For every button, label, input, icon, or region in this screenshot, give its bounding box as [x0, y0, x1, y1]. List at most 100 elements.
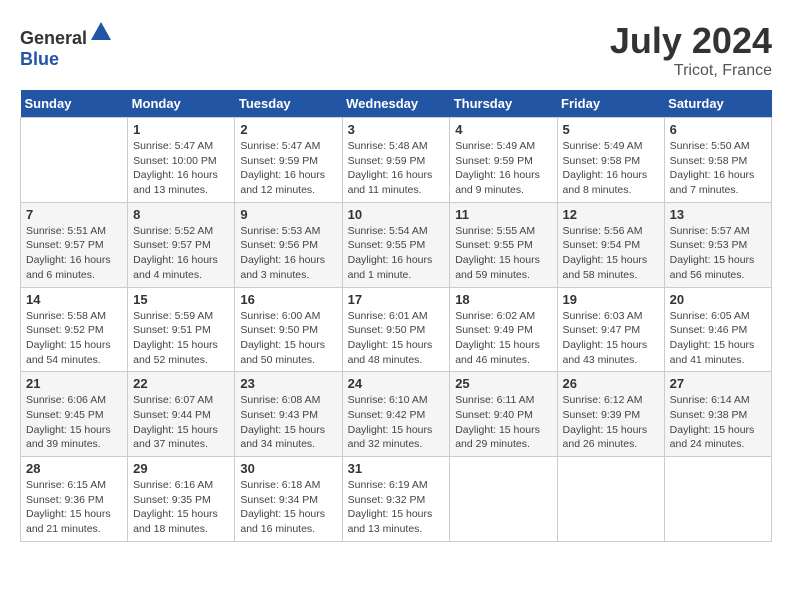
calendar-cell: 7 Sunrise: 5:51 AM Sunset: 9:57 PM Daylig… — [21, 202, 128, 287]
calendar-cell: 1Sunrise: 5:47 AM Sunset: 10:00 PM Dayli… — [128, 118, 235, 203]
calendar-table: SundayMondayTuesdayWednesdayThursdayFrid… — [20, 90, 772, 542]
day-number: 26 — [563, 376, 659, 391]
calendar-cell: 18 Sunrise: 6:02 AM Sunset: 9:49 PM Dayli… — [450, 287, 557, 372]
cell-info: Sunrise: 5:49 AM Sunset: 9:59 PM Dayligh… — [455, 139, 551, 198]
cell-info: Sunrise: 5:55 AM Sunset: 9:55 PM Dayligh… — [455, 224, 551, 283]
cell-info: Sunrise: 5:51 AM Sunset: 9:57 PM Dayligh… — [26, 224, 122, 283]
day-number: 11 — [455, 207, 551, 222]
cell-info: Sunrise: 6:00 AM Sunset: 9:50 PM Dayligh… — [240, 309, 336, 368]
weekday-header-monday: Monday — [128, 90, 235, 118]
day-number: 27 — [670, 376, 766, 391]
cell-info: Sunrise: 6:14 AM Sunset: 9:38 PM Dayligh… — [670, 393, 766, 452]
cell-info: Sunrise: 6:08 AM Sunset: 9:43 PM Dayligh… — [240, 393, 336, 452]
logo-text: General Blue — [20, 20, 113, 70]
calendar-cell: 25 Sunrise: 6:11 AM Sunset: 9:40 PM Dayli… — [450, 372, 557, 457]
calendar-cell: 30 Sunrise: 6:18 AM Sunset: 9:34 PM Dayli… — [235, 457, 342, 542]
cell-info: Sunrise: 6:01 AM Sunset: 9:50 PM Dayligh… — [348, 309, 445, 368]
cell-info: Sunrise: 5:57 AM Sunset: 9:53 PM Dayligh… — [670, 224, 766, 283]
day-number: 19 — [563, 292, 659, 307]
location-title: Tricot, France — [610, 62, 772, 80]
weekday-header-wednesday: Wednesday — [342, 90, 450, 118]
weekday-header-thursday: Thursday — [450, 90, 557, 118]
day-number: 4 — [455, 122, 551, 137]
day-number: 13 — [670, 207, 766, 222]
weekday-header-tuesday: Tuesday — [235, 90, 342, 118]
cell-info: Sunrise: 6:07 AM Sunset: 9:44 PM Dayligh… — [133, 393, 229, 452]
month-title: July 2024 — [610, 20, 772, 62]
calendar-cell: 5 Sunrise: 5:49 AM Sunset: 9:58 PM Daylig… — [557, 118, 664, 203]
day-number: 5 — [563, 122, 659, 137]
cell-info: Sunrise: 6:16 AM Sunset: 9:35 PM Dayligh… — [133, 478, 229, 537]
calendar-cell: 13 Sunrise: 5:57 AM Sunset: 9:53 PM Dayli… — [664, 202, 771, 287]
day-number: 21 — [26, 376, 122, 391]
calendar-cell: 26 Sunrise: 6:12 AM Sunset: 9:39 PM Dayli… — [557, 372, 664, 457]
day-number: 10 — [348, 207, 445, 222]
day-number: 30 — [240, 461, 336, 476]
calendar-cell: 17 Sunrise: 6:01 AM Sunset: 9:50 PM Dayli… — [342, 287, 450, 372]
cell-info: Sunrise: 6:05 AM Sunset: 9:46 PM Dayligh… — [670, 309, 766, 368]
logo-general: General — [20, 28, 87, 48]
calendar-cell: 9 Sunrise: 5:53 AM Sunset: 9:56 PM Daylig… — [235, 202, 342, 287]
day-number: 16 — [240, 292, 336, 307]
cell-info: Sunrise: 5:47 AM Sunset: 10:00 PM Daylig… — [133, 139, 229, 198]
day-number: 31 — [348, 461, 445, 476]
weekday-header-row: SundayMondayTuesdayWednesdayThursdayFrid… — [21, 90, 772, 118]
cell-info: Sunrise: 6:18 AM Sunset: 9:34 PM Dayligh… — [240, 478, 336, 537]
header: General Blue July 2024 Tricot, France — [20, 20, 772, 80]
calendar-cell: 21 Sunrise: 6:06 AM Sunset: 9:45 PM Dayli… — [21, 372, 128, 457]
calendar-cell: 12Sunrise: 5:56 AM Sunset: 9:54 PM Dayli… — [557, 202, 664, 287]
title-area: July 2024 Tricot, France — [610, 20, 772, 80]
calendar-cell: 14 Sunrise: 5:58 AM Sunset: 9:52 PM Dayli… — [21, 287, 128, 372]
cell-info: Sunrise: 6:10 AM Sunset: 9:42 PM Dayligh… — [348, 393, 445, 452]
cell-info: Sunrise: 5:54 AM Sunset: 9:55 PM Dayligh… — [348, 224, 445, 283]
calendar-cell: 20Sunrise: 6:05 AM Sunset: 9:46 PM Dayli… — [664, 287, 771, 372]
cell-info: Sunrise: 6:06 AM Sunset: 9:45 PM Dayligh… — [26, 393, 122, 452]
day-number: 17 — [348, 292, 445, 307]
cell-info: Sunrise: 5:48 AM Sunset: 9:59 PM Dayligh… — [348, 139, 445, 198]
day-number: 28 — [26, 461, 122, 476]
cell-info: Sunrise: 6:03 AM Sunset: 9:47 PM Dayligh… — [563, 309, 659, 368]
cell-info: Sunrise: 5:49 AM Sunset: 9:58 PM Dayligh… — [563, 139, 659, 198]
calendar-cell — [21, 118, 128, 203]
day-number: 6 — [670, 122, 766, 137]
calendar-cell: 8 Sunrise: 5:52 AM Sunset: 9:57 PM Daylig… — [128, 202, 235, 287]
day-number: 22 — [133, 376, 229, 391]
calendar-cell: 29 Sunrise: 6:16 AM Sunset: 9:35 PM Dayli… — [128, 457, 235, 542]
cell-info: Sunrise: 6:19 AM Sunset: 9:32 PM Dayligh… — [348, 478, 445, 537]
calendar-cell: 4 Sunrise: 5:49 AM Sunset: 9:59 PM Daylig… — [450, 118, 557, 203]
day-number: 23 — [240, 376, 336, 391]
day-number: 24 — [348, 376, 445, 391]
calendar-cell: 31 Sunrise: 6:19 AM Sunset: 9:32 PM Dayli… — [342, 457, 450, 542]
day-number: 14 — [26, 292, 122, 307]
calendar-week-row: 14 Sunrise: 5:58 AM Sunset: 9:52 PM Dayli… — [21, 287, 772, 372]
calendar-cell — [664, 457, 771, 542]
cell-info: Sunrise: 5:58 AM Sunset: 9:52 PM Dayligh… — [26, 309, 122, 368]
day-number: 25 — [455, 376, 551, 391]
cell-info: Sunrise: 6:11 AM Sunset: 9:40 PM Dayligh… — [455, 393, 551, 452]
calendar-cell — [557, 457, 664, 542]
calendar-week-row: 1Sunrise: 5:47 AM Sunset: 10:00 PM Dayli… — [21, 118, 772, 203]
day-number: 15 — [133, 292, 229, 307]
calendar-week-row: 7 Sunrise: 5:51 AM Sunset: 9:57 PM Daylig… — [21, 202, 772, 287]
calendar-cell: 2Sunrise: 5:47 AM Sunset: 9:59 PM Daylig… — [235, 118, 342, 203]
day-number: 29 — [133, 461, 229, 476]
day-number: 9 — [240, 207, 336, 222]
cell-info: Sunrise: 5:53 AM Sunset: 9:56 PM Dayligh… — [240, 224, 336, 283]
day-number: 12 — [563, 207, 659, 222]
cell-info: Sunrise: 5:52 AM Sunset: 9:57 PM Dayligh… — [133, 224, 229, 283]
day-number: 18 — [455, 292, 551, 307]
calendar-cell: 3Sunrise: 5:48 AM Sunset: 9:59 PM Daylig… — [342, 118, 450, 203]
day-number: 7 — [26, 207, 122, 222]
calendar-cell: 28Sunrise: 6:15 AM Sunset: 9:36 PM Dayli… — [21, 457, 128, 542]
calendar-cell: 19 Sunrise: 6:03 AM Sunset: 9:47 PM Dayli… — [557, 287, 664, 372]
calendar-cell: 10 Sunrise: 5:54 AM Sunset: 9:55 PM Dayli… — [342, 202, 450, 287]
calendar-cell — [450, 457, 557, 542]
calendar-cell: 11 Sunrise: 5:55 AM Sunset: 9:55 PM Dayli… — [450, 202, 557, 287]
calendar-cell: 22 Sunrise: 6:07 AM Sunset: 9:44 PM Dayli… — [128, 372, 235, 457]
calendar-cell: 27 Sunrise: 6:14 AM Sunset: 9:38 PM Dayli… — [664, 372, 771, 457]
logo: General Blue — [20, 20, 113, 70]
calendar-cell: 15Sunrise: 5:59 AM Sunset: 9:51 PM Dayli… — [128, 287, 235, 372]
day-number: 8 — [133, 207, 229, 222]
cell-info: Sunrise: 6:12 AM Sunset: 9:39 PM Dayligh… — [563, 393, 659, 452]
cell-info: Sunrise: 6:02 AM Sunset: 9:49 PM Dayligh… — [455, 309, 551, 368]
